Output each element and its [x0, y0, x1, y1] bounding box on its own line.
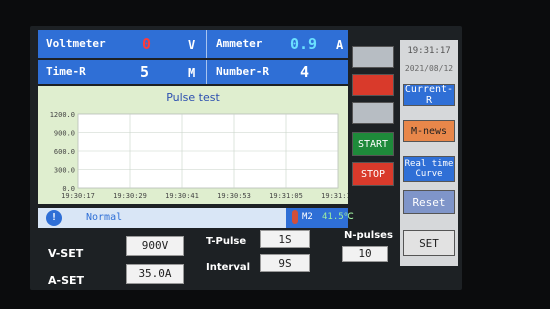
reset-button[interactable]: Reset [403, 190, 455, 214]
info-icon: ! [46, 210, 62, 226]
y-tick-label: 1200.0 [50, 111, 75, 119]
chart-title: Pulse test [166, 91, 220, 104]
n-pulses-label: N-pulses [344, 230, 393, 241]
x-tick-label: 19:30:17 [61, 192, 95, 200]
ammeter-label: Ammeter [216, 37, 263, 50]
chart-panel: Pulse test 1200.0 900.0 600.0 300.0 0.0 19:30… [38, 86, 348, 204]
interval-label: Interval [206, 262, 251, 273]
current-r-button[interactable]: Current-R [403, 84, 455, 106]
right-panel: 19:31:17 2021/08/12 Current-R M-news Rea… [400, 40, 458, 266]
number-r-label: Number-R [216, 65, 269, 78]
start-button[interactable]: START [352, 132, 394, 156]
hmi-screen: Voltmeter 0 V Ammeter 0.9 A Time-R 5 M N… [30, 26, 462, 290]
temperature-value: 41.5℃ [322, 212, 354, 222]
x-tick-label: 19:30:29 [113, 192, 147, 200]
ammeter-unit: A [336, 38, 344, 52]
x-tick-label: 19:30:53 [217, 192, 251, 200]
m2-label: M2 [302, 212, 313, 222]
ammeter-value: 0.9 [290, 35, 318, 53]
number-r-value: 4 [300, 63, 310, 81]
v-set-field[interactable]: 900V [126, 236, 184, 256]
meter-bar-top: Voltmeter 0 V Ammeter 0.9 A [38, 30, 348, 58]
y-tick-label: 600.0 [54, 148, 75, 156]
voltmeter-unit: V [188, 38, 196, 52]
divider [206, 60, 207, 84]
gray-button-1[interactable] [352, 46, 394, 68]
x-tick-label: 19:31:05 [269, 192, 303, 200]
gray-button-2[interactable] [352, 102, 394, 124]
stop-button[interactable]: STOP [352, 162, 394, 186]
t-pulse-field[interactable]: 1S [260, 230, 310, 248]
n-pulses-field[interactable]: 10 [342, 246, 388, 262]
status-bar: ! Normal M2 41.5℃ [38, 208, 354, 228]
status-text: Normal [86, 212, 123, 223]
set-button[interactable]: SET [403, 230, 455, 256]
voltmeter-label: Voltmeter [46, 37, 106, 50]
interval-field[interactable]: 9S [260, 254, 310, 272]
time-r-unit: M [188, 66, 196, 80]
x-tick-label: 19:30:41 [165, 192, 199, 200]
red-button[interactable] [352, 74, 394, 96]
y-tick-label: 900.0 [54, 130, 75, 138]
m-news-button[interactable]: M-news [403, 120, 455, 142]
voltmeter-value: 0 [142, 35, 152, 53]
t-pulse-label: T-Pulse [206, 236, 247, 247]
v-set-label: V-SET [48, 247, 84, 260]
a-set-label: A-SET [48, 274, 85, 287]
divider [206, 30, 207, 58]
clock-date: 2021/08/12 [404, 64, 454, 73]
a-set-field[interactable]: 35.0A [126, 264, 184, 284]
clock-time: 19:31:17 [407, 46, 451, 56]
time-r-value: 5 [140, 63, 150, 81]
real-time-curve-button[interactable]: Real time Curve [403, 156, 455, 182]
meter-bar-bottom: Time-R 5 M Number-R 4 [38, 60, 348, 84]
time-r-label: Time-R [46, 65, 86, 78]
x-tick-label: 19:31:17 [321, 192, 348, 200]
thermometer-icon [292, 210, 298, 224]
y-tick-label: 300.0 [54, 167, 75, 175]
pulse-chart: 1200.0900.0600.0300.00.019:30:17 19:30:29… [50, 111, 348, 200]
